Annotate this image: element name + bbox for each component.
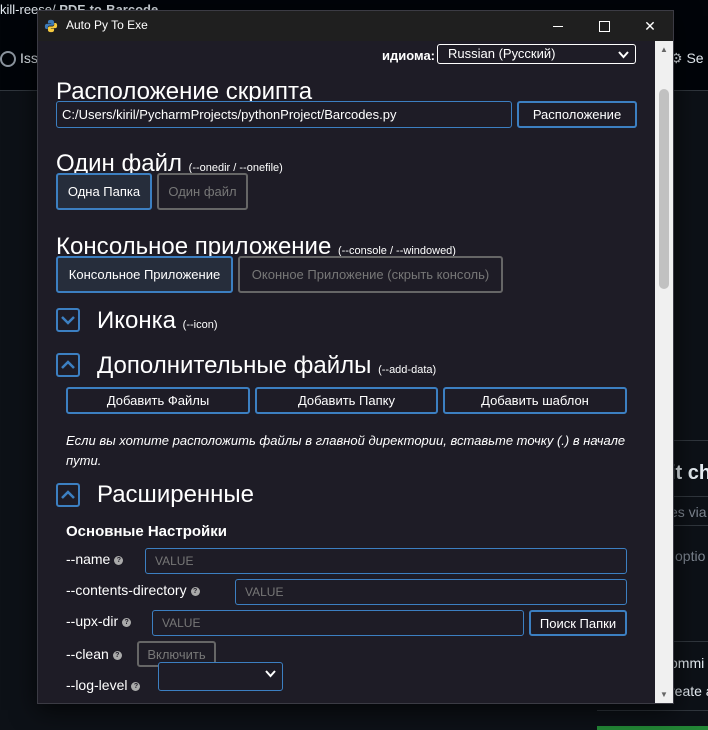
- scroll-down-arrow-icon[interactable]: ▼: [655, 686, 673, 703]
- app-window: Auto Py To Exe ✕ идиома: Russian (Русски…: [37, 10, 674, 704]
- issue-icon: [0, 51, 16, 68]
- chevron-down-icon: [265, 669, 276, 681]
- title-bar[interactable]: Auto Py To Exe ✕: [38, 11, 673, 41]
- help-icon[interactable]: ?: [114, 555, 124, 565]
- python-logo-icon: [44, 19, 58, 33]
- additional-files-hint: (--add-data): [378, 364, 437, 376]
- additional-files-note: Если вы хотите расположить файлы в главн…: [66, 433, 626, 468]
- option-name-label: --name?: [66, 551, 124, 567]
- background-radio-create[interactable]: reate a: [670, 683, 708, 699]
- option-log-level-label: --log-level?: [66, 677, 141, 693]
- background-commit-button[interactable]: [597, 726, 708, 730]
- help-icon[interactable]: ?: [112, 650, 122, 660]
- windowed-option-button[interactable]: Оконное Приложение (скрыть консоль): [238, 256, 503, 293]
- option-clean-label: --clean?: [66, 646, 122, 662]
- language-select[interactable]: Russian (Русский): [437, 44, 636, 64]
- chevron-down-icon: [618, 47, 629, 65]
- advanced-section-toggle[interactable]: [56, 483, 80, 507]
- minimize-button[interactable]: [535, 11, 581, 41]
- log-level-select[interactable]: [158, 662, 283, 691]
- option-upx-dir-input[interactable]: VALUE: [152, 610, 524, 636]
- background-commit-title: it ch: [670, 462, 708, 484]
- help-icon[interactable]: ?: [190, 586, 200, 596]
- general-options-heading: Основные Настройки: [66, 523, 227, 540]
- icon-section-hint: (--icon): [182, 319, 218, 331]
- minimize-icon: [553, 25, 563, 27]
- script-path-input[interactable]: C:/Users/kiril/PycharmProjects/pythonPro…: [56, 101, 512, 128]
- additional-files-heading: Дополнительные файлы (--add-data): [97, 352, 437, 379]
- browse-script-button[interactable]: Расположение: [517, 101, 637, 128]
- main-content: идиома: Russian (Русский) Расположение с…: [38, 41, 655, 703]
- onefile-option-button[interactable]: Один файл: [157, 173, 248, 210]
- background-divider: [597, 710, 708, 727]
- console-option-button[interactable]: Консольное Приложение: [56, 256, 233, 293]
- language-label: идиома:: [382, 48, 436, 63]
- chevron-up-icon: [61, 490, 75, 499]
- help-icon[interactable]: ?: [131, 681, 141, 691]
- additional-files-toggle[interactable]: [56, 353, 80, 377]
- maximize-button[interactable]: [581, 11, 627, 41]
- window-title: Auto Py To Exe: [66, 18, 148, 32]
- background-commit-option: optio: [675, 548, 706, 564]
- background-tab-settings[interactable]: ⚙ Se: [670, 50, 704, 67]
- help-icon[interactable]: ?: [122, 617, 132, 627]
- option-contents-directory-label: --contents-directory?: [66, 582, 200, 598]
- browse-folder-button[interactable]: Поиск Папки: [529, 610, 627, 636]
- scrollbar-thumb[interactable]: [659, 89, 669, 289]
- add-files-button[interactable]: Добавить Файлы: [66, 387, 250, 414]
- background-radio-commit[interactable]: ommi: [670, 655, 704, 671]
- add-folder-button[interactable]: Добавить Папку: [255, 387, 438, 414]
- scroll-up-arrow-icon[interactable]: ▲: [655, 41, 673, 58]
- language-selected-value: Russian (Русский): [448, 46, 556, 61]
- add-blank-button[interactable]: Добавить шаблон: [443, 387, 627, 414]
- chevron-down-icon: [61, 316, 75, 325]
- onedir-option-button[interactable]: Одна Папка: [56, 173, 152, 210]
- chevron-up-icon: [61, 360, 75, 369]
- option-contents-directory-input[interactable]: VALUE: [235, 579, 627, 605]
- close-button[interactable]: ✕: [627, 11, 673, 41]
- vertical-scrollbar[interactable]: ▲ ▼: [655, 41, 673, 703]
- option-upx-dir-label: --upx-dir?: [66, 613, 132, 629]
- advanced-section-heading: Расширенные: [97, 481, 255, 508]
- icon-section-toggle[interactable]: [56, 308, 80, 332]
- option-name-input[interactable]: VALUE: [145, 548, 627, 574]
- maximize-icon: [598, 20, 610, 32]
- close-icon: ✕: [644, 17, 656, 34]
- icon-section-heading: Иконка (--icon): [97, 307, 218, 334]
